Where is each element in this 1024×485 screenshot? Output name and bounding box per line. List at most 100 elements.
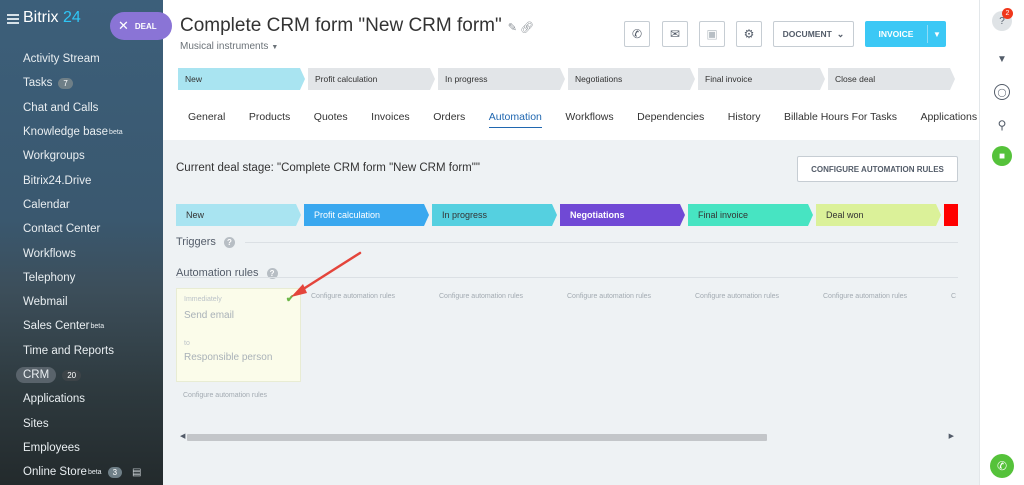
stage-final-invoice[interactable]: Final invoice	[698, 68, 825, 90]
tab-dependencies[interactable]: Dependencies	[637, 111, 704, 128]
chat-history-icon[interactable]: ◯	[994, 84, 1010, 100]
sidebar-item-label: Webmail	[23, 296, 68, 309]
sidebar-item-crm[interactable]: CRM 20	[0, 363, 163, 387]
sidebar-item-chat[interactable]: Chat and Calls	[0, 96, 163, 120]
rule-to-label: to	[184, 340, 190, 347]
document-button[interactable]: DOCUMENT ⌄	[773, 21, 854, 47]
sidebar-item-activity-stream[interactable]: Activity Stream	[0, 47, 163, 71]
sidebar-item-telephony[interactable]: Telephony	[0, 266, 163, 290]
sidebar-item-webmail[interactable]: Webmail	[0, 290, 163, 314]
sidebar-item-applications[interactable]: Applications	[0, 387, 163, 411]
search-icon[interactable]: ⚲	[992, 115, 1012, 135]
scroll-right-icon[interactable]: ▶	[949, 432, 954, 440]
caret-down-icon[interactable]: ▼	[928, 30, 946, 39]
help-icon[interactable]: ?	[223, 236, 235, 248]
phone-icon[interactable]: ✆	[990, 454, 1014, 478]
stage-label: Close deal	[835, 74, 876, 84]
horizontal-scrollbar[interactable]: ◀ ▶	[176, 432, 958, 442]
tab-history[interactable]: History	[728, 111, 761, 128]
sidebar-item-knowledge-base[interactable]: Knowledge base beta	[0, 120, 163, 144]
scrollbar-thumb[interactable]	[187, 434, 767, 441]
scroll-left-icon[interactable]: ◀	[180, 432, 185, 440]
stage-negotiations[interactable]: Negotiations	[568, 68, 695, 90]
sidebar-item-sites[interactable]: Sites	[0, 411, 163, 435]
tab-automation[interactable]: Automation	[488, 111, 542, 128]
automation-stage-deal-won[interactable]: Deal won	[816, 204, 941, 226]
stage-close-deal[interactable]: Close deal	[828, 68, 955, 90]
tab-quotes[interactable]: Quotes	[314, 111, 348, 128]
sidebar-item-label: Employees	[23, 441, 80, 454]
sidebar-menu: Activity Stream Tasks 7 Chat and Calls Kn…	[0, 47, 163, 484]
tab-workflows[interactable]: Workflows	[565, 111, 613, 128]
configure-rules-link-cut[interactable]: C	[951, 293, 956, 300]
stage-profit-calculation[interactable]: Profit calculation	[308, 68, 435, 90]
logo[interactable]: Bitrix 24	[23, 9, 81, 27]
settings-button[interactable]: ⚙	[736, 21, 762, 47]
chevron-down-icon: ⌄	[836, 28, 845, 39]
menu-icon[interactable]	[7, 14, 19, 24]
deal-category[interactable]: Musical instruments ▼	[180, 41, 278, 52]
sidebar-item-sales-center[interactable]: Sales Center beta	[0, 314, 163, 338]
automation-stage-negotiations[interactable]: Negotiations	[560, 204, 685, 226]
stage-label: Negotiations	[575, 74, 623, 84]
sidebar-item-workflows[interactable]: Workflows	[0, 241, 163, 265]
chat-button[interactable]: ▣	[699, 21, 725, 47]
sidebar-item-calendar[interactable]: Calendar	[0, 193, 163, 217]
configure-rules-link[interactable]: Configure automation rules	[695, 293, 779, 300]
automation-stage-bar: New Profit calculation In progress Negot…	[176, 204, 958, 226]
tab-orders[interactable]: Orders	[433, 111, 465, 128]
sidebar-item-label: Workflows	[23, 247, 76, 260]
store-icon[interactable]: ▤	[132, 467, 141, 478]
tab-products[interactable]: Products	[249, 111, 290, 128]
main-area: Complete CRM form "New CRM form" ✎ 🔗︎ Musi…	[163, 0, 979, 485]
call-button[interactable]: ✆	[624, 21, 650, 47]
deal-category-label: Musical instruments	[180, 41, 269, 52]
sidebar-item-workgroups[interactable]: Workgroups	[0, 144, 163, 168]
sidebar-item-time-reports[interactable]: Time and Reports	[0, 339, 163, 363]
sidebar-item-contact-center[interactable]: Contact Center	[0, 217, 163, 241]
tab-billable-hours[interactable]: Billable Hours For Tasks	[784, 111, 897, 128]
sidebar-item-label: Sites	[23, 417, 49, 430]
current-deal-stage: Current deal stage: "Complete CRM form "…	[176, 162, 480, 174]
automation-rule-card[interactable]: Immediately ✔ Send email to Responsible …	[176, 288, 301, 382]
configure-rules-link[interactable]: Configure automation rules	[823, 293, 907, 300]
stage-new[interactable]: New	[178, 68, 305, 90]
link-icon[interactable]: 🔗︎	[520, 22, 534, 34]
tab-invoices[interactable]: Invoices	[371, 111, 410, 128]
stage-in-progress[interactable]: In progress	[438, 68, 565, 90]
sidebar-item-tasks[interactable]: Tasks 7	[0, 71, 163, 95]
pencil-icon[interactable]: ✎	[508, 22, 517, 34]
sidebar-item-employees[interactable]: Employees	[0, 436, 163, 460]
lock-icon[interactable]: ■	[992, 146, 1012, 166]
deal-close-button[interactable]: ✕ DEAL	[110, 12, 172, 40]
bell-icon[interactable]: ▼	[992, 49, 1012, 69]
sidebar-item-online-store[interactable]: Online Store beta 3 ▤	[0, 460, 163, 484]
sidebar-item-label: Time and Reports	[23, 344, 114, 357]
tab-general[interactable]: General	[188, 111, 225, 128]
sidebar-item-drive[interactable]: Bitrix24.Drive	[0, 168, 163, 192]
tab-applications[interactable]: Applications	[920, 111, 977, 128]
automation-stage-new[interactable]: New	[176, 204, 301, 226]
envelope-icon: ✉	[669, 27, 681, 41]
automation-stage-final-invoice[interactable]: Final invoice	[688, 204, 813, 226]
counter-badge: 3	[107, 466, 123, 478]
configure-rules-link[interactable]: Configure automation rules	[439, 293, 523, 300]
invoice-button-label: INVOICE	[878, 29, 914, 39]
email-button[interactable]: ✉	[662, 21, 688, 47]
deal-header-card: Complete CRM form "New CRM form" ✎ 🔗︎ Musi…	[163, 0, 979, 140]
sidebar: Bitrix 24 Activity Stream Tasks 7 Chat an…	[0, 0, 163, 485]
chevron-down-icon: ▼	[271, 44, 279, 51]
counter-badge: 20	[62, 369, 82, 381]
automation-stage-profit-calculation[interactable]: Profit calculation	[304, 204, 429, 226]
stage-label: In progress	[445, 74, 488, 84]
automation-stage-in-progress[interactable]: In progress	[432, 204, 557, 226]
automation-stage-deal-lost[interactable]	[944, 204, 958, 226]
invoice-button[interactable]: INVOICE ▼	[865, 21, 946, 47]
configure-rules-link[interactable]: Configure automation rules	[183, 392, 267, 399]
configure-rules-link[interactable]: Configure automation rules	[311, 293, 395, 300]
close-icon: ✕	[118, 18, 129, 33]
deal-stage-bar: New Profit calculation In progress Negot…	[178, 68, 958, 90]
configure-automation-rules-button[interactable]: CONFIGURE AUTOMATION RULES	[797, 156, 958, 182]
divider	[176, 277, 958, 278]
configure-rules-link[interactable]: Configure automation rules	[567, 293, 651, 300]
